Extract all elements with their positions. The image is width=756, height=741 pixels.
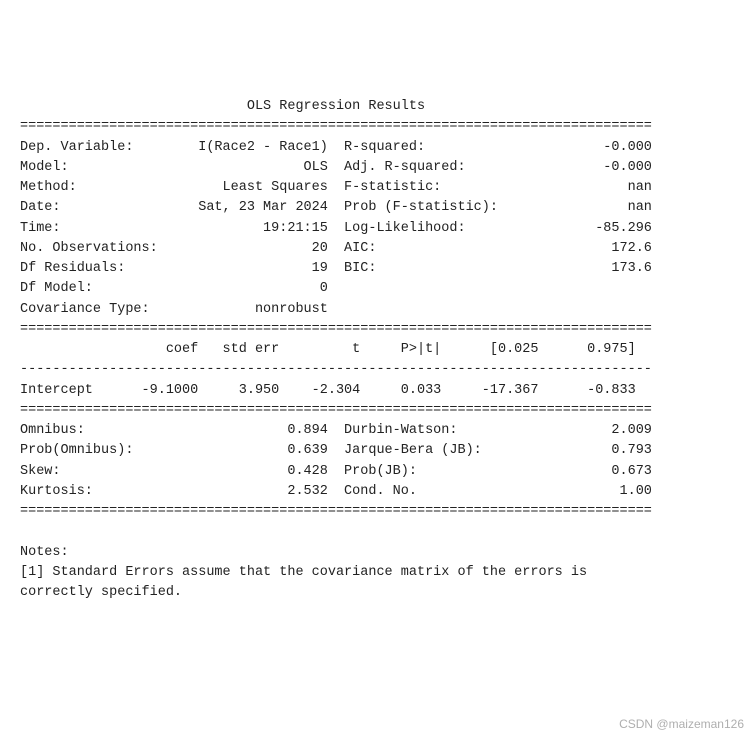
watermark: CSDN @maizeman126 [619, 715, 744, 733]
ols-output: OLS Regression Results =================… [20, 97, 736, 603]
